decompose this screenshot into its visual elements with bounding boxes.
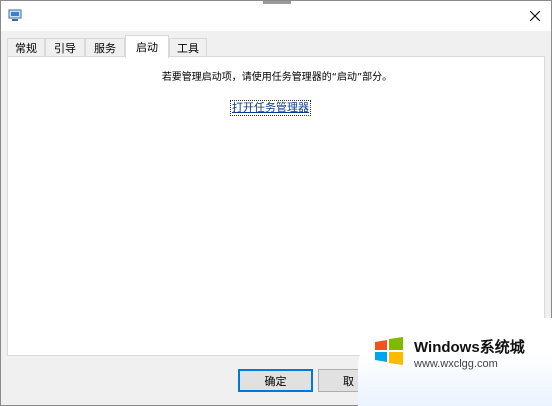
open-task-manager-link[interactable]: 打开任务管理器	[230, 100, 311, 116]
title-text-fragment	[263, 1, 291, 4]
app-icon	[8, 7, 22, 21]
watermark-url-text: www.wxclgg.com	[414, 358, 498, 370]
title-bar[interactable]	[1, 1, 551, 31]
watermark-brand-text: Windows系统城	[414, 339, 525, 356]
windows-logo-icon	[372, 334, 406, 368]
tab-services[interactable]: 服务	[85, 38, 125, 57]
tab-startup[interactable]: 启动	[125, 35, 169, 58]
watermark-overlay: Windows系统城 www.wxclgg.com	[358, 318, 552, 406]
tab-tools[interactable]: 工具	[169, 38, 207, 57]
tab-boot[interactable]: 引导	[45, 38, 85, 57]
close-button[interactable]	[519, 1, 551, 31]
tab-general[interactable]: 常规	[7, 38, 45, 57]
close-icon	[530, 11, 540, 21]
tab-strip: 常规 引导 服务 启动 工具	[1, 35, 551, 58]
startup-hint-text: 若要管理启动项，请使用任务管理器的“启动”部分。	[161, 72, 393, 83]
startup-tab-panel: 若要管理启动项，请使用任务管理器的“启动”部分。 打开任务管理器	[7, 56, 545, 356]
ok-button[interactable]: 确定	[238, 369, 313, 392]
